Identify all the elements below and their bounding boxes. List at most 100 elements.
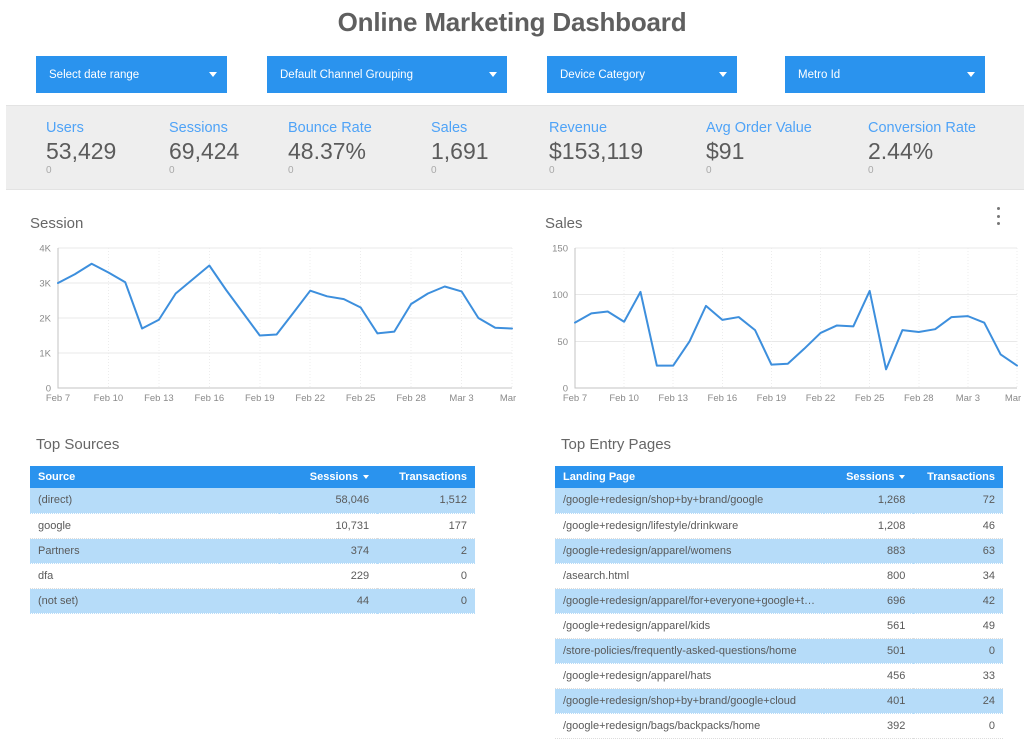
table-row[interactable]: /google+redesign/shop+by+brand/google+cl…	[555, 688, 1003, 714]
column-header-landing-page[interactable]: Landing Page	[555, 466, 824, 488]
table-cell: 0	[913, 713, 1003, 739]
table-cell: 0	[377, 588, 475, 614]
kpi-delta: 0	[431, 165, 437, 177]
top-entry-pages-table: Landing Page Sessions Transactions /google…	[555, 466, 1003, 739]
table-cell: 374	[279, 538, 378, 564]
x-axis-tick-label: Feb 19	[245, 393, 275, 404]
kpi-value: 1,691	[431, 138, 489, 164]
table-row[interactable]: Partners 374 2	[30, 538, 475, 564]
table-cell: /google+redesign/apparel/for+everyone+go…	[555, 588, 824, 614]
table-row[interactable]: /google+redesign/lifestyle/drinkware 1,20…	[555, 513, 1003, 539]
kpi-label: Users	[46, 120, 84, 136]
table-header-row: Source Sessions Transactions	[30, 466, 475, 488]
x-axis-tick-label: Mar 3	[449, 393, 473, 404]
kpi-revenue: Revenue $153,119 0	[549, 120, 643, 176]
kpi-value: $91	[706, 138, 745, 164]
kebab-dot	[996, 207, 1000, 210]
table-cell: 0	[377, 563, 475, 589]
x-axis-tick-label: Mar 6	[500, 393, 516, 404]
table-cell: 24	[913, 688, 1003, 714]
table-row[interactable]: /store-policies/frequently-asked-questio…	[555, 638, 1003, 664]
column-header-sessions[interactable]: Sessions	[279, 466, 378, 488]
column-header-label: Sessions	[309, 471, 359, 483]
filter-date-range[interactable]: Select date range	[36, 56, 227, 93]
table-row[interactable]: /asearch.html 800 34	[555, 563, 1003, 589]
table-row[interactable]: (direct) 58,046 1,512	[30, 488, 475, 514]
filter-bar: Select date range Default Channel Groupi…	[0, 56, 1024, 93]
table-row[interactable]: /google+redesign/apparel/for+everyone+go…	[555, 588, 1003, 614]
column-header-transactions[interactable]: Transactions	[377, 466, 475, 488]
table-cell: 33	[913, 663, 1003, 689]
table-row[interactable]: dfa 229 0	[30, 563, 475, 589]
table-row[interactable]: /google+redesign/apparel/hats 456 33	[555, 663, 1003, 689]
table-cell: (direct)	[30, 488, 280, 514]
sales-line-chart[interactable]: 0 50 100 150 Feb 7 Feb 10 Feb 13 Feb 16 Feb 19 Fe…	[543, 240, 1021, 410]
x-axis-tick-label: Feb 25	[855, 393, 885, 404]
table-row[interactable]: /google+redesign/shop+by+brand/google 1,2…	[555, 488, 1003, 514]
top-entry-pages-title: Top Entry Pages	[561, 436, 672, 453]
table-cell: 10,731	[279, 513, 378, 539]
table-cell: /asearch.html	[555, 563, 824, 589]
kpi-conversion-rate: Conversion Rate 2.44% 0	[868, 120, 976, 176]
column-header-label: Sessions	[846, 471, 895, 483]
table-row[interactable]: /google+redesign/bags/backpacks/home 392 0	[555, 713, 1003, 739]
filter-channel-grouping[interactable]: Default Channel Grouping	[267, 56, 507, 93]
chevron-down-icon	[719, 72, 727, 77]
table-cell: /google+redesign/apparel/womens	[555, 538, 824, 564]
column-header-sessions[interactable]: Sessions	[823, 466, 914, 488]
kpi-label: Sales	[431, 120, 468, 136]
chevron-down-icon	[209, 72, 217, 77]
kpi-label: Sessions	[169, 120, 228, 136]
kpi-label: Revenue	[549, 120, 608, 136]
table-header: Landing Page Sessions Transactions	[555, 466, 1003, 488]
kpi-delta: 0	[46, 165, 52, 177]
kpi-delta: 0	[706, 165, 712, 177]
x-axis-tick-label: Mar 3	[956, 393, 980, 404]
table-cell: 2	[377, 538, 475, 564]
kpi-label: Bounce Rate	[288, 120, 372, 136]
filter-metro-id-label: Metro Id	[798, 68, 841, 81]
x-axis-tick-label: Feb 7	[563, 393, 587, 404]
y-axis-tick-label: 3K	[39, 279, 51, 290]
table-cell: 696	[823, 588, 914, 614]
chevron-down-icon	[967, 72, 975, 77]
sort-descending-icon	[899, 475, 906, 480]
data-series-line	[574, 289, 1018, 371]
kpi-delta: 0	[169, 165, 175, 177]
filter-device-category[interactable]: Device Category	[547, 56, 737, 93]
kpi-label: Avg Order Value	[706, 120, 812, 136]
table-row[interactable]: (not set) 44 0	[30, 588, 475, 614]
table-row[interactable]: /google+redesign/apparel/womens 883 63	[555, 538, 1003, 564]
column-header-transactions[interactable]: Transactions	[913, 466, 1003, 488]
y-axis-tick-label: 100	[552, 290, 568, 301]
x-axis-tick-label: Feb 28	[396, 393, 426, 404]
y-axis-tick-label: 4K	[39, 244, 51, 255]
y-axis-tick-label: 150	[552, 244, 568, 255]
table-body: (direct) 58,046 1,512 google 10,731 177 Partne…	[30, 488, 475, 614]
kpi-delta: 0	[288, 165, 294, 177]
column-header-label: Source	[38, 471, 76, 483]
table-cell: 63	[913, 538, 1003, 564]
table-cell: (not set)	[30, 588, 280, 614]
x-axis-tick-label: Feb 16	[195, 393, 225, 404]
y-axis-tick-label: 2K	[39, 314, 51, 325]
table-row[interactable]: google 10,731 177	[30, 513, 475, 539]
kpi-sales: Sales 1,691 0	[431, 120, 489, 176]
more-vertical-icon[interactable]	[992, 207, 1004, 225]
kpi-value: 53,429	[46, 138, 117, 164]
table-cell: google	[30, 513, 280, 539]
table-row[interactable]: /google+redesign/apparel/kids 561 49	[555, 613, 1003, 639]
table-cell: /google+redesign/apparel/hats	[555, 663, 824, 689]
table-header: Source Sessions Transactions	[30, 466, 475, 488]
session-line-chart[interactable]: 0 1K 2K 3K 4K Feb 7 Feb 10 Feb 13 Feb 16 Feb 19 Fe…	[28, 240, 516, 410]
x-axis-tick-label: Feb 7	[46, 393, 70, 404]
column-header-source[interactable]: Source	[30, 466, 280, 488]
x-axis-tick-label: Feb 13	[144, 393, 174, 404]
table-cell: 0	[913, 638, 1003, 664]
kpi-sessions: Sessions 69,424 0	[169, 120, 239, 176]
filter-metro-id[interactable]: Metro Id	[785, 56, 985, 93]
kpi-value: 2.44%	[868, 138, 934, 164]
x-axis-tick-label: Feb 28	[904, 393, 934, 404]
chevron-down-icon	[489, 72, 497, 77]
kpi-value: 69,424	[169, 138, 240, 164]
